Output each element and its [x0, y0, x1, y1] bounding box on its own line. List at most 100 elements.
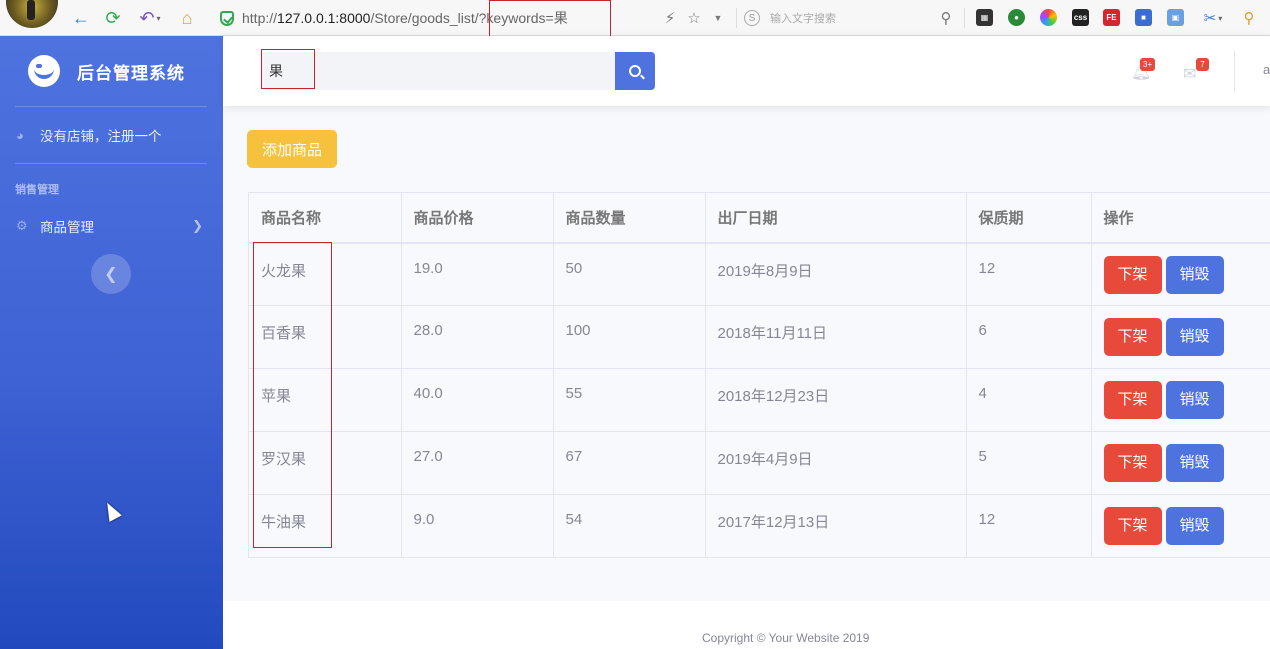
user-name[interactable]: a	[1263, 62, 1270, 77]
goods-date: 2018年12月23日	[705, 368, 967, 432]
goods-shelf-life: 12	[966, 242, 1092, 306]
goods-name: 罗汉果	[249, 431, 402, 495]
search-input[interactable]	[261, 52, 615, 90]
brand-title: 后台管理系统	[77, 63, 185, 83]
destroy-button[interactable]: 销毁	[1165, 381, 1224, 419]
table-header-row: 商品名称 商品价格 商品数量 出厂日期 保质期 操作	[249, 192, 1270, 244]
secure-shield-icon	[220, 10, 234, 26]
column-header-quantity: 商品数量	[553, 192, 706, 244]
goods-name: 苹果	[249, 368, 402, 432]
goods-quantity: 55	[553, 368, 706, 432]
sidebar: 后台管理系统 ◕ 没有店铺，注册一个 销售管理 ⚙ 商品管理 ❯ ❮	[0, 36, 223, 649]
table-row: 罗汉果 27.0 67 2019年4月9日 5 下架 销毁	[249, 431, 1270, 495]
browser-search-placeholder: 输入文字搜索	[770, 13, 836, 25]
take-off-button[interactable]: 下架	[1103, 381, 1162, 419]
envelope-icon[interactable]: ✉	[1183, 64, 1196, 84]
take-off-button[interactable]: 下架	[1103, 444, 1162, 482]
toolbar-divider	[736, 8, 737, 28]
key-icon[interactable]: ⚲	[1238, 0, 1260, 36]
extension-fe-icon[interactable]: FE	[1103, 9, 1120, 26]
user-avatar[interactable]	[6, 0, 58, 28]
search-group	[261, 52, 655, 90]
lightning-icon[interactable]: ⚡︎	[660, 0, 680, 36]
sidebar-divider	[15, 163, 207, 164]
sidebar-toggle-button[interactable]: ❮	[91, 254, 131, 294]
goods-price: 19.0	[401, 242, 554, 306]
magnifier-icon[interactable]: ⚲	[936, 0, 956, 36]
column-header-date: 出厂日期	[705, 192, 967, 244]
goods-actions: 下架 销毁	[1091, 242, 1270, 306]
sidebar-divider	[15, 106, 207, 107]
take-off-button[interactable]: 下架	[1103, 318, 1162, 356]
sogou-icon: S	[744, 10, 760, 26]
table-row: 牛油果 9.0 54 2017年12月13日 12 下架 销毁	[249, 494, 1270, 558]
goods-actions: 下架 销毁	[1091, 494, 1270, 558]
column-header-name: 商品名称	[249, 192, 402, 244]
chevron-right-icon: ❯	[192, 218, 203, 233]
gear-icon: ⚙	[16, 218, 28, 233]
goods-date: 2018年11月11日	[705, 305, 967, 369]
search-button[interactable]	[615, 52, 655, 90]
sidebar-item-goods[interactable]: ⚙ 商品管理 ❯	[0, 206, 223, 246]
dashboard-icon: ◕	[16, 127, 24, 143]
goods-shelf-life: 4	[966, 368, 1092, 432]
goods-price: 27.0	[401, 431, 554, 495]
chevron-down-icon[interactable]: ▼	[710, 0, 726, 36]
extension-grid-icon[interactable]: ▦	[976, 9, 993, 26]
extension-globe-icon[interactable]: ●	[1008, 9, 1025, 26]
goods-name: 火龙果	[249, 242, 402, 306]
topbar: 🔔︎ 3+ ✉ 7 a	[223, 36, 1270, 106]
extension-screenshot-icon[interactable]: ▣	[1167, 9, 1184, 26]
refresh-icon[interactable]: ⟳	[102, 0, 124, 36]
address-bar[interactable]: http://127.0.0.1:8000/Store/goods_list/?…	[212, 0, 732, 36]
goods-shelf-life: 6	[966, 305, 1092, 369]
search-icon	[629, 65, 641, 77]
column-header-price: 商品价格	[401, 192, 554, 244]
goods-quantity: 50	[553, 242, 706, 306]
goods-name: 牛油果	[249, 494, 402, 558]
table-row: 百香果 28.0 100 2018年11月11日 6 下架 销毁	[249, 305, 1270, 369]
star-icon[interactable]: ☆	[684, 0, 704, 36]
goods-actions: 下架 销毁	[1091, 305, 1270, 369]
take-off-button[interactable]: 下架	[1103, 255, 1162, 294]
alerts-badge: 3+	[1140, 58, 1156, 71]
toolbar-divider	[964, 8, 965, 28]
destroy-button[interactable]: 销毁	[1165, 507, 1224, 545]
home-icon[interactable]: ⌂	[176, 0, 198, 36]
goods-quantity: 67	[553, 431, 706, 495]
extension-blue-icon[interactable]: ■	[1135, 9, 1152, 26]
destroy-button[interactable]: 销毁	[1165, 255, 1224, 294]
back-icon[interactable]: ←	[70, 0, 92, 36]
extension-css-icon[interactable]: css	[1072, 9, 1089, 26]
goods-price: 9.0	[401, 494, 554, 558]
column-header-shelf-life: 保质期	[966, 192, 1092, 244]
take-off-button[interactable]: 下架	[1103, 507, 1162, 545]
goods-table: 商品名称 商品价格 商品数量 出厂日期 保质期 操作 火龙果 19.0 50 2…	[249, 192, 1270, 558]
goods-actions: 下架 销毁	[1091, 368, 1270, 432]
extension-color-icon[interactable]	[1040, 9, 1057, 26]
goods-actions: 下架 销毁	[1091, 431, 1270, 495]
url-protocol: http://	[242, 10, 278, 26]
scissors-icon[interactable]: ✂ ▾	[1198, 0, 1228, 36]
goods-price: 28.0	[401, 305, 554, 369]
goods-price: 40.0	[401, 368, 554, 432]
table-row: 火龙果 19.0 50 2019年8月9日 12 下架 销毁	[249, 242, 1270, 306]
destroy-button[interactable]: 销毁	[1165, 444, 1224, 482]
goods-date: 2019年4月9日	[705, 431, 967, 495]
destroy-button[interactable]: 销毁	[1165, 318, 1224, 356]
topbar-divider	[1234, 50, 1235, 92]
goods-shelf-life: 5	[966, 431, 1092, 495]
goods-date: 2017年12月13日	[705, 494, 967, 558]
url-query-highlight	[489, 0, 611, 37]
goods-quantity: 100	[553, 305, 706, 369]
sidebar-item-register-store[interactable]: ◕ 没有店铺，注册一个	[0, 115, 223, 155]
browser-search-box[interactable]: S 输入文字搜索	[744, 0, 954, 36]
sidebar-brand[interactable]: 后台管理系统	[0, 36, 223, 106]
url-host: 127.0.0.1:8000	[277, 10, 371, 26]
add-goods-button[interactable]: 添加商品	[247, 130, 337, 168]
goods-name: 百香果	[249, 305, 402, 369]
undo-icon[interactable]: ↶ ▾	[134, 0, 166, 36]
goods-date: 2019年8月9日	[705, 242, 967, 306]
laugh-wink-icon	[28, 55, 60, 87]
table-row: 苹果 40.0 55 2018年12月23日 4 下架 销毁	[249, 368, 1270, 432]
